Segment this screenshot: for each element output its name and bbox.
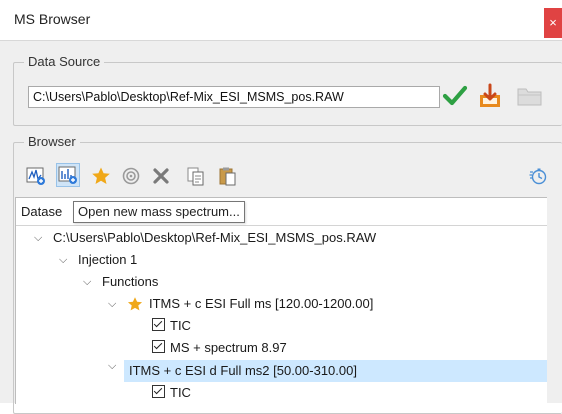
chevron-down-icon[interactable]: ⌵ [59,249,69,271]
datasets-column-header[interactable]: Datase [21,204,62,219]
tree-node-functions[interactable]: ⌵ Functions [16,271,547,293]
favorite-star-icon [127,297,143,311]
chevron-down-icon[interactable]: ⌵ [108,293,118,315]
open-mass-spectrum-icon [58,166,77,184]
delete-button[interactable] [151,166,171,186]
tree-node-function-1[interactable]: ⌵ ITMS + c ESI Full ms [120.00-1200.00] [16,293,547,315]
tree-node-tic-2[interactable]: TIC [16,382,547,404]
import-button[interactable] [478,83,502,109]
tree-node-label: MS + spectrum 8.97 [170,340,287,355]
tree-header: Datase Open new mass spectrum... [16,198,547,226]
refresh-timer-button[interactable] [528,166,548,186]
paste-button[interactable] [218,166,238,186]
data-source-group: Data Source [13,54,562,126]
chevron-down-icon[interactable]: ⌵ [108,360,118,382]
tree-node-tic-1[interactable]: TIC [16,315,547,337]
tree-node-label: ITMS + c ESI d Full ms2 [50.00-310.00] [129,363,357,378]
tree-node-function-2[interactable]: ITMS + c ESI d Full ms2 [50.00-310.00] [124,360,547,382]
checkbox-checked-icon [152,385,165,398]
title-bar: MS Browser × [0,0,562,40]
refresh-timer-icon [529,168,547,185]
tree-checkbox[interactable] [152,382,170,404]
copy-icon [187,167,204,186]
tree-node-label: TIC [170,318,191,333]
file-path-input[interactable] [28,86,440,108]
favorite-star-icon [92,167,110,184]
browser-legend: Browser [24,134,80,149]
import-icon [480,83,500,107]
window-title: MS Browser [14,11,91,27]
favorite-button[interactable] [91,166,111,186]
tree-node-label: Functions [102,274,159,289]
folder-icon [517,88,542,106]
tree-node-file[interactable]: ⌵ C:\Users\Pablo\Desktop\Ref-Mix_ESI_MSM… [16,227,547,249]
browse-folder-button[interactable] [517,86,543,106]
tree-checkbox[interactable] [152,315,170,337]
data-source-legend: Data Source [24,54,105,69]
target-icon [122,167,140,185]
chevron-down-icon[interactable]: ⌵ [83,271,93,293]
tree-node-label: Injection 1 [78,252,138,267]
tooltip: Open new mass spectrum... [73,201,245,223]
close-button[interactable]: × [544,8,562,38]
open-chromatogram-button[interactable] [26,166,46,186]
window-body: Data Source Browser [0,40,562,414]
checkbox-checked-icon [152,318,165,331]
checkmark-icon [442,85,468,106]
tree-checkbox[interactable] [152,337,170,359]
tree-node-injection[interactable]: ⌵ Injection 1 [16,249,547,271]
confirm-button[interactable] [442,84,468,108]
open-mass-spectrum-button[interactable] [56,163,80,187]
copy-button[interactable] [186,166,206,186]
checkbox-checked-icon [152,340,165,353]
delete-icon [153,168,169,184]
dataset-tree[interactable]: Datase Open new mass spectrum... ⌵ C:\Us… [15,197,547,404]
tree-node-label: TIC [170,385,191,400]
paste-icon [219,167,236,186]
tree-node-label: C:\Users\Pablo\Desktop\Ref-Mix_ESI_MSMS_… [53,230,377,245]
chevron-down-icon[interactable]: ⌵ [34,227,44,249]
target-button[interactable] [121,166,141,186]
tree-node-label: ITMS + c ESI Full ms [120.00-1200.00] [149,296,374,311]
tree-node-ms-spectrum[interactable]: MS + spectrum 8.97 [16,337,547,359]
open-chromatogram-icon [26,167,45,185]
